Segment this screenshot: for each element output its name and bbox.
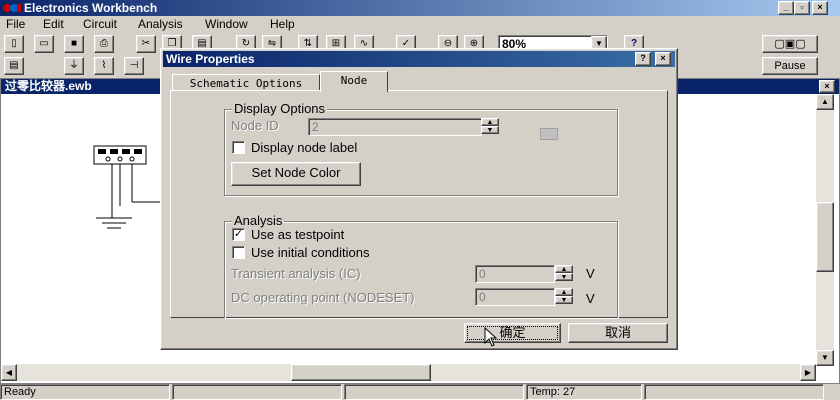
- status-ready: Ready: [0, 384, 170, 400]
- nodeset-unit: V: [586, 291, 595, 306]
- print-icon[interactable]: ⎙: [94, 35, 114, 53]
- close-button[interactable]: ×: [812, 1, 828, 15]
- use-as-testpoint-checkbox[interactable]: ✓: [232, 228, 245, 241]
- spin-down-icon[interactable]: ▼: [555, 296, 573, 304]
- use-initial-conditions-text: Use initial conditions: [251, 245, 370, 260]
- dc-operating-point-label: DC operating point (NODESET): [231, 290, 415, 305]
- display-node-label-text: Display node label: [251, 140, 358, 155]
- mouse-cursor-icon: [484, 327, 498, 347]
- menu-circuit[interactable]: Circuit: [83, 16, 117, 32]
- transient-unit: V: [586, 266, 595, 281]
- node-id-field[interactable]: 2: [308, 118, 482, 136]
- set-node-color-button[interactable]: Set Node Color: [231, 162, 361, 186]
- menu-analysis[interactable]: Analysis: [138, 16, 183, 32]
- dialog-title-bar: Wire Properties ? ×: [163, 51, 675, 67]
- document-close-button[interactable]: ×: [819, 80, 835, 93]
- nodeset-spinner[interactable]: ▲ ▼: [555, 288, 573, 306]
- dialog-close-button[interactable]: ×: [655, 52, 671, 66]
- resistor-icon[interactable]: ⌇: [94, 57, 114, 75]
- status-temp: Temp: 27: [526, 384, 642, 400]
- document-title: 过零比较器.ewb: [5, 79, 92, 93]
- spin-down-icon[interactable]: ▼: [555, 273, 573, 281]
- nodeset-field[interactable]: 0: [475, 288, 555, 306]
- status-pane-2: [172, 384, 342, 400]
- cancel-button[interactable]: 取消: [568, 323, 668, 343]
- node-id-label: Node ID: [231, 118, 279, 133]
- scroll-left-icon[interactable]: ◀: [1, 364, 17, 381]
- spin-up-icon[interactable]: ▲: [481, 118, 499, 126]
- ok-button[interactable]: 确定: [464, 323, 561, 343]
- circuit-schematic[interactable]: [80, 140, 170, 240]
- scroll-up-icon[interactable]: ▲: [816, 94, 834, 110]
- app-logo-icon: [3, 4, 21, 12]
- minimize-button[interactable]: _: [778, 1, 794, 15]
- tab-schematic-options[interactable]: Schematic Options: [172, 74, 320, 91]
- node-id-spinner[interactable]: ▲ ▼: [481, 118, 499, 136]
- display-options-legend: Display Options: [232, 101, 328, 116]
- analysis-legend: Analysis: [232, 213, 285, 228]
- menu-window[interactable]: Window: [205, 16, 248, 32]
- menu-file[interactable]: File: [6, 16, 25, 32]
- scroll-down-icon[interactable]: ▼: [816, 350, 834, 366]
- spin-up-icon[interactable]: ▲: [555, 265, 573, 273]
- cut-icon[interactable]: ✂: [136, 35, 156, 53]
- menu-bar: File Edit Circuit Analysis Window Help: [0, 16, 840, 33]
- scroll-right-icon[interactable]: ▶: [800, 364, 816, 381]
- diode-icon[interactable]: ⊣: [124, 57, 144, 75]
- vertical-scrollbar[interactable]: ▲ ▼: [816, 94, 834, 366]
- vertical-scroll-thumb[interactable]: [816, 202, 834, 272]
- save-icon[interactable]: ■: [64, 35, 84, 53]
- transient-analysis-label: Transient analysis (IC): [231, 266, 361, 281]
- status-bar: Ready Temp: 27: [0, 383, 840, 400]
- spin-down-icon[interactable]: ▼: [481, 126, 499, 134]
- power-switch-icon[interactable]: ▢▣▢: [762, 35, 818, 53]
- open-folder-icon[interactable]: ▭: [34, 35, 54, 53]
- status-pane-5: [644, 384, 824, 400]
- status-pane-3: [344, 384, 524, 400]
- app-title: Electronics Workbench: [24, 1, 158, 15]
- use-initial-conditions-checkbox[interactable]: [232, 246, 245, 259]
- transient-ic-spinner[interactable]: ▲ ▼: [555, 265, 573, 283]
- new-file-icon[interactable]: ▯: [4, 35, 24, 53]
- tab-node[interactable]: Node: [320, 71, 388, 92]
- app-title-bar: Electronics Workbench _ ▫ ×: [0, 0, 840, 16]
- menu-edit[interactable]: Edit: [43, 16, 64, 32]
- ground-source-icon[interactable]: ⏚: [64, 57, 84, 75]
- display-node-label-checkbox[interactable]: [232, 141, 245, 154]
- horizontal-scrollbar[interactable]: ◀ ▶: [1, 364, 816, 381]
- horizontal-scroll-thumb[interactable]: [291, 364, 431, 381]
- parts-bin-icon[interactable]: ▤: [4, 57, 24, 75]
- dialog-title: Wire Properties: [166, 52, 255, 66]
- dialog-help-button[interactable]: ?: [635, 52, 651, 66]
- menu-help[interactable]: Help: [270, 16, 295, 32]
- spin-up-icon[interactable]: ▲: [555, 288, 573, 296]
- node-color-swatch: [540, 128, 558, 140]
- restore-button[interactable]: ▫: [794, 1, 810, 15]
- transient-ic-field[interactable]: 0: [475, 265, 555, 283]
- use-as-testpoint-text: Use as testpoint: [251, 227, 345, 242]
- pause-button[interactable]: Pause: [762, 57, 818, 75]
